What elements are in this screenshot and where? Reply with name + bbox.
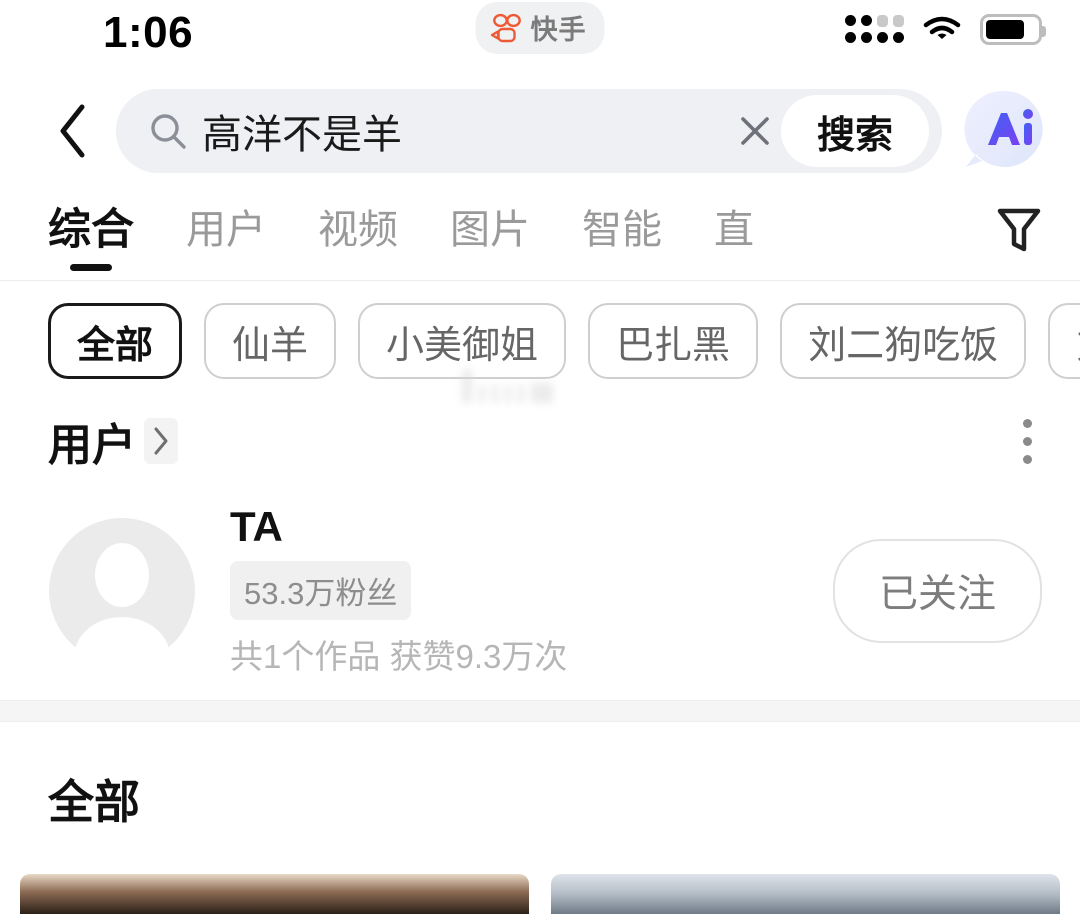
- search-submit-button[interactable]: 搜索: [780, 95, 929, 167]
- search-icon: [148, 111, 188, 151]
- search-result-tabs: 综合 用户 视频 图片 智能 直: [0, 186, 1080, 281]
- tab-直播[interactable]: 直: [714, 197, 754, 269]
- kuaishou-logo-icon: [490, 13, 521, 42]
- search-field[interactable]: 高洋不是羊 搜索: [116, 89, 942, 173]
- tab-视频[interactable]: 视频: [318, 197, 398, 269]
- video-thumbnail-row: [0, 832, 1080, 914]
- back-chevron-icon: [60, 104, 85, 158]
- user-info: TA 53.3万粉丝 共1个作品 获赞9.3万次: [230, 503, 799, 678]
- battery-icon: [980, 14, 1046, 45]
- chip-刘二狗吃饭[interactable]: 刘二狗吃饭: [780, 303, 1027, 379]
- chip-全部[interactable]: 全部: [48, 303, 183, 379]
- video-thumbnail[interactable]: [20, 874, 529, 914]
- signal-dots-icon: [845, 15, 904, 44]
- filter-button[interactable]: [988, 198, 1050, 268]
- user-name: TA: [230, 503, 283, 550]
- ai-assistant-button[interactable]: [956, 83, 1052, 179]
- filter-funnel-icon: [997, 208, 1041, 252]
- default-avatar-icon: [49, 517, 195, 664]
- all-section-header: 全部: [0, 722, 1080, 832]
- user-section-more-link[interactable]: [144, 418, 178, 464]
- user-section-header: 用户: [0, 369, 1080, 481]
- user-result-row[interactable]: TA 53.3万粉丝 共1个作品 获赞9.3万次 已关注: [0, 481, 1080, 700]
- chip-仙羊[interactable]: 仙羊: [204, 303, 337, 379]
- clear-search-button[interactable]: [729, 110, 781, 152]
- status-bar-time: 1:06: [103, 8, 194, 57]
- status-bar: 1:06 快手: [0, 0, 1080, 76]
- video-thumbnail[interactable]: [551, 874, 1060, 914]
- tab-用户[interactable]: 用户: [186, 197, 266, 269]
- all-section-title: 全部: [48, 776, 140, 828]
- ai-bubble-icon: [964, 90, 1043, 167]
- blurred-watermark: [462, 363, 622, 403]
- kebab-menu-icon[interactable]: [1013, 413, 1042, 470]
- search-bar: 高洋不是羊 搜索: [0, 76, 1080, 186]
- tab-智能[interactable]: 智能: [582, 197, 662, 269]
- user-section-title: 用户: [48, 421, 136, 470]
- chevron-right-icon: [154, 427, 168, 455]
- tab-图片[interactable]: 图片: [450, 197, 530, 269]
- search-input[interactable]: 高洋不是羊: [202, 102, 729, 160]
- close-x-icon: [741, 117, 769, 145]
- wifi-icon: [923, 16, 961, 39]
- status-bar-indicators: [845, 14, 1046, 45]
- follow-button[interactable]: 已关注: [832, 538, 1042, 643]
- app-screen: 1:06 快手 高洋不是羊 搜索 综合 用户 视频 图片 智能 直 全部 仙羊 …: [0, 0, 1080, 921]
- follower-count-badge: 53.3万粉丝: [230, 561, 412, 620]
- section-divider: [0, 700, 1080, 722]
- app-badge-label: 快手: [530, 15, 587, 45]
- chip-方丈[interactable]: 方丈: [1048, 303, 1080, 379]
- app-badge: 快手: [475, 2, 605, 54]
- tab-综合[interactable]: 综合: [48, 195, 134, 271]
- user-stats: 共1个作品 获赞9.3万次: [230, 638, 568, 675]
- back-button[interactable]: [42, 102, 104, 160]
